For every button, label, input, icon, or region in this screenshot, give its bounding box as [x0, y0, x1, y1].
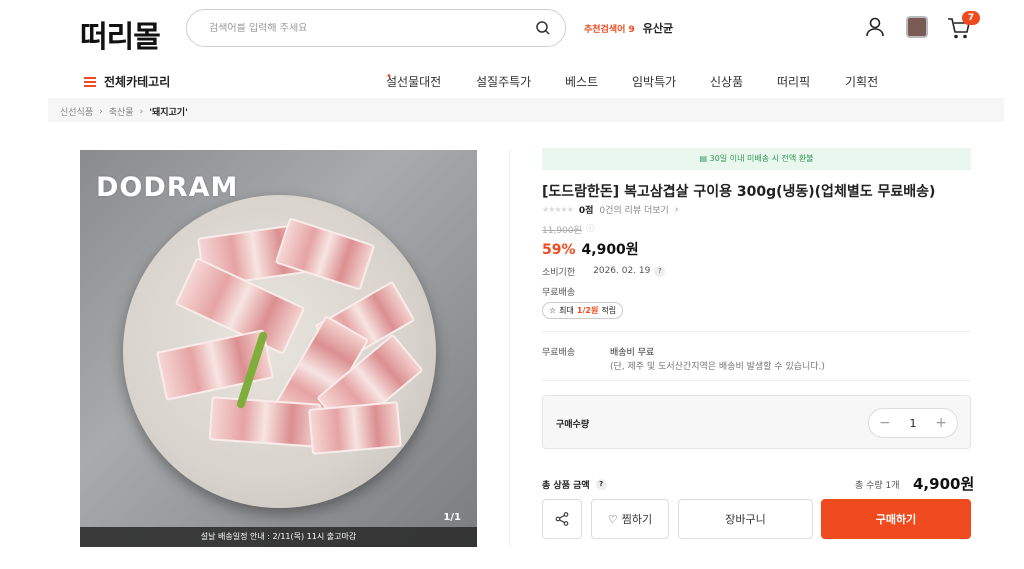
refund-banner: ▤ 30일 이내 미배송 시 전액 환불: [542, 148, 971, 170]
nav-item[interactable]: 신상품: [710, 73, 743, 90]
breadcrumb-current: '돼지고기': [149, 108, 188, 118]
quantity-value: 1: [909, 416, 917, 430]
free-shipping-label: 무료배송: [542, 288, 576, 298]
trend-label: 추천검색어 9: [584, 24, 635, 35]
quantity-label: 구매수량: [556, 420, 590, 430]
recent-item-thumbnail[interactable]: [906, 16, 928, 38]
reward-badge: ☆ 최대 1/2원 적립: [542, 302, 624, 319]
all-categories-label: 전체카테고리: [104, 75, 171, 89]
menu-icon: [84, 76, 96, 87]
help-icon[interactable]: ?: [654, 266, 666, 277]
site-logo[interactable]: 떠리몰: [80, 12, 161, 56]
share-icon: [555, 512, 569, 526]
shipping-notice: 설날 배송일정 안내 : 2/11(목) 11시 출고마감: [80, 527, 477, 547]
shipping-fee: 배송비 무료: [610, 348, 655, 358]
total-label-row: 총 상품 금액 ?: [542, 478, 607, 491]
buy-now-button[interactable]: 구매하기: [821, 499, 971, 539]
info-icon[interactable]: ⓘ: [586, 223, 594, 234]
sale-price: 4,900원: [581, 242, 639, 258]
total-amount: 4,900원: [913, 475, 975, 493]
breadcrumb-item[interactable]: 축산물: [109, 105, 134, 118]
help-icon[interactable]: ?: [595, 479, 607, 490]
rating-score: 0점: [578, 206, 594, 216]
nav-item[interactable]: 설질주특가: [476, 73, 531, 90]
meat-slice: [308, 401, 402, 455]
search-icon[interactable]: [535, 20, 551, 36]
quantity-stepper[interactable]: − 1 +: [868, 408, 958, 438]
wishlist-button[interactable]: ♡ 찜하기: [591, 499, 669, 539]
breadcrumb-item[interactable]: 신선식품: [60, 105, 93, 118]
all-categories-button[interactable]: 전체카테고리: [84, 73, 170, 90]
heart-icon: ♡: [607, 512, 618, 526]
plus-icon[interactable]: +: [935, 415, 947, 431]
add-to-cart-button[interactable]: 장바구니: [678, 499, 813, 539]
original-price: 11,900원: [542, 226, 582, 236]
total-quantity: 총 수량 1개: [855, 481, 900, 491]
shipping-note: (단, 제주 및 도서산간지역은 배송비 발생할 수 있습니다.): [610, 362, 825, 372]
expiry-label: 소비기한: [542, 268, 576, 278]
trend-value[interactable]: 유산균: [643, 20, 673, 36]
trending-keyword[interactable]: 추천검색어 9 유산균: [584, 20, 673, 36]
search-bar[interactable]: [186, 9, 566, 47]
chevron-right-icon: ›: [99, 106, 103, 117]
reviews-link[interactable]: 0건의 리뷰 더보기: [599, 203, 668, 216]
product-page: 떠리몰 추천검색어 9 유산균 7 전체카테고리 설선물대전• 설질주특가 베스…: [0, 0, 1024, 569]
breadcrumb: 신선식품 › 축산물 › '돼지고기': [60, 105, 188, 119]
divider: [542, 380, 971, 381]
nav-item[interactable]: 기획전: [845, 73, 878, 90]
total-label: 총 상품 금액: [542, 481, 590, 491]
product-image[interactable]: DODRAM 1/1 설날 배송일정 안내 : 2/11(목) 11시 출고마감: [80, 150, 477, 547]
star-rating-icon: ★★★★★: [542, 205, 574, 214]
rating-row: ★★★★★ 0점 0건의 리뷰 더보기 ›: [542, 203, 679, 217]
divider: [509, 150, 510, 547]
nav-item[interactable]: 임박특가: [632, 73, 676, 90]
image-pager: 1/1: [443, 512, 461, 523]
star-outline-icon: ☆: [549, 306, 557, 315]
chevron-right-icon: ›: [139, 106, 144, 117]
shipping-label: 무료배송: [542, 348, 576, 358]
expiry-value: 2026. 02. 19: [593, 266, 651, 276]
price-row: 59% 4,900원: [542, 239, 639, 259]
user-icon[interactable]: [864, 16, 886, 38]
brand-logo: DODRAM: [96, 172, 239, 203]
search-input[interactable]: [209, 22, 535, 34]
minus-icon[interactable]: −: [879, 415, 891, 431]
new-dot: •: [386, 71, 392, 82]
nav-item[interactable]: 떠리픽: [777, 73, 810, 90]
share-button[interactable]: [542, 499, 582, 539]
product-title: [도드람한돈] 복고삼겹살 구이용 300g(냉동)(업체별도 무료배송): [542, 184, 936, 200]
breadcrumb-bar: [48, 98, 1004, 122]
meat-slice: [208, 396, 322, 448]
nav-item[interactable]: 설선물대전 •: [386, 71, 441, 89]
divider: [542, 331, 971, 332]
discount-rate: 59%: [542, 242, 576, 258]
shield-icon: ▤: [699, 154, 708, 163]
expiry-row: 소비기한 2026. 02. 19?: [542, 265, 666, 278]
cart-count-badge: 7: [962, 11, 980, 25]
nav-item[interactable]: 베스트: [565, 73, 598, 90]
chevron-right-icon: ›: [674, 204, 679, 215]
